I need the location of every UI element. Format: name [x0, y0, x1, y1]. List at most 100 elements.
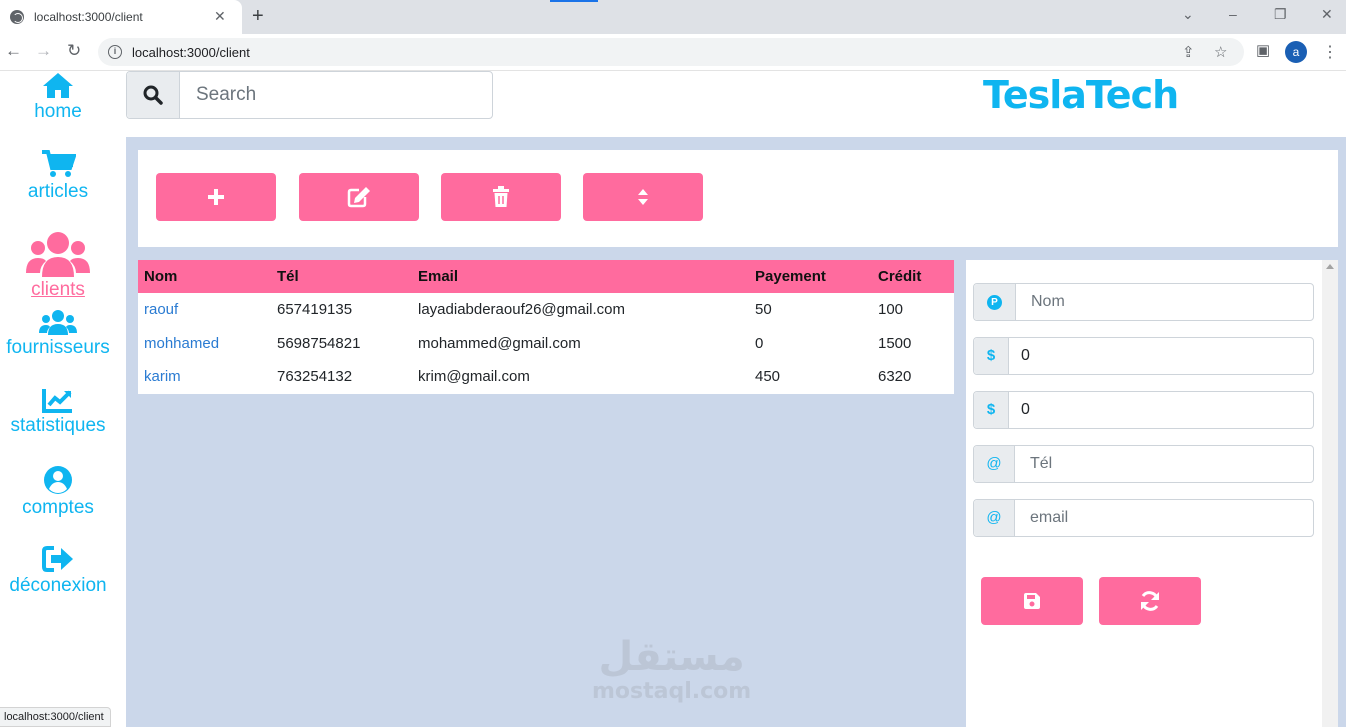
star-icon[interactable]: ☆: [1214, 43, 1227, 61]
tab-search-chevron-icon[interactable]: ⌄: [1182, 6, 1194, 23]
table-header-row: Nom Tél Email Payement Crédit: [138, 260, 954, 293]
restore-button[interactable]: ❐: [1274, 6, 1287, 23]
delete-button[interactable]: [441, 173, 561, 221]
nom-field: P: [973, 283, 1314, 321]
clients-table-container: Nom Tél Email Payement Crédit raouf 6574…: [138, 260, 954, 394]
search-input[interactable]: [181, 72, 492, 118]
search-group: [126, 71, 493, 119]
sign-out-icon: [42, 546, 73, 572]
save-button[interactable]: [981, 577, 1083, 625]
scroll-up-arrow-icon[interactable]: [1326, 264, 1334, 269]
refresh-button[interactable]: [1099, 577, 1201, 625]
payement-field: $: [973, 337, 1314, 375]
minimize-button[interactable]: –: [1229, 6, 1237, 22]
cell-payement: 0: [755, 334, 764, 352]
tel-input[interactable]: [1015, 446, 1313, 482]
reload-icon[interactable]: ↻: [67, 41, 81, 61]
address-bar[interactable]: i localhost:3000/client ⇪ ☆: [98, 38, 1244, 66]
edit-icon: [347, 187, 370, 208]
cell-credit: 6320: [878, 368, 912, 386]
column-header-tel[interactable]: Tél: [271, 260, 412, 293]
credit-field: $: [973, 391, 1314, 429]
more-menu-icon[interactable]: ⋮: [1322, 42, 1338, 62]
browser-tab[interactable]: localhost:3000/client ✕: [0, 0, 242, 34]
main-content: Nom Tél Email Payement Crédit raouf 6574…: [126, 137, 1346, 727]
sidebar-item-clients[interactable]: clients: [0, 231, 116, 301]
cell-payement: 450: [755, 368, 781, 386]
sidebar-item-label: clients: [31, 279, 85, 300]
cell-payement: 50: [755, 301, 772, 319]
user-circle-icon: [44, 466, 72, 494]
column-header-credit[interactable]: Crédit: [872, 260, 954, 293]
sidebar-item-label: home: [34, 101, 82, 122]
column-header-payement[interactable]: Payement: [749, 260, 872, 293]
forward-arrow-icon[interactable]: →: [35, 41, 52, 61]
browser-tab-strip: localhost:3000/client ✕ + ⌄ – ❐ ✕: [0, 0, 1346, 34]
side-panel-icon[interactable]: ▣: [1256, 41, 1270, 59]
tab-close-icon[interactable]: ✕: [214, 8, 226, 25]
cell-nom[interactable]: raouf: [138, 293, 271, 327]
plus-icon: [208, 189, 224, 205]
email-input[interactable]: [1015, 500, 1313, 536]
column-header-nom[interactable]: Nom: [138, 260, 271, 293]
nom-input[interactable]: [1016, 284, 1313, 320]
cell-credit: 100: [878, 301, 904, 319]
back-arrow-icon[interactable]: ←: [5, 41, 22, 61]
edit-button[interactable]: [299, 173, 419, 221]
table-row[interactable]: raouf 657419135 layadiabderaouf26@gmail.…: [138, 293, 954, 327]
cell-nom[interactable]: karim: [138, 360, 271, 394]
cart-icon: [42, 150, 76, 177]
sort-button[interactable]: [583, 173, 703, 221]
save-icon: [1024, 593, 1040, 609]
sort-icon: [638, 189, 648, 205]
sidebar-item-comptes[interactable]: comptes: [0, 465, 116, 519]
cell-tel: 5698754821: [277, 334, 361, 352]
cell-tel: 657419135: [277, 301, 353, 319]
chart-line-icon: [42, 389, 72, 413]
watermark-arabic: مستقل: [598, 634, 745, 680]
clients-table: Nom Tél Email Payement Crédit raouf 6574…: [138, 260, 954, 394]
form-scrollbar[interactable]: [1322, 260, 1338, 727]
sidebar-item-label: articles: [27, 181, 89, 202]
cell-email: mohammed@gmail.com: [418, 334, 581, 352]
table-row[interactable]: karim 763254132 krim@gmail.com 450 6320: [138, 360, 954, 394]
url-text[interactable]: localhost:3000/client: [132, 45, 250, 60]
watermark: مستقل mostaql.com: [592, 635, 751, 705]
new-tab-button[interactable]: +: [252, 5, 264, 28]
sidebar-item-statistiques[interactable]: statistiques: [0, 387, 116, 437]
at-icon: @: [974, 500, 1015, 536]
browser-toolbar: ← → ↻ i localhost:3000/client ⇪ ☆ ▣ a ⋮: [0, 34, 1346, 71]
cell-nom[interactable]: mohhamed: [138, 327, 271, 361]
payement-input[interactable]: [1009, 338, 1313, 374]
window-close-button[interactable]: ✕: [1321, 6, 1333, 23]
info-icon[interactable]: i: [108, 45, 122, 59]
dollar-icon: $: [974, 338, 1009, 374]
sidebar-item-home[interactable]: home: [0, 71, 116, 123]
users-icon: [39, 310, 77, 335]
table-row[interactable]: mohhamed 5698754821 mohammed@gmail.com 0…: [138, 327, 954, 361]
watermark-latin: mostaql.com: [592, 679, 752, 704]
add-button[interactable]: [156, 173, 276, 221]
sidebar-item-label: déconexion: [9, 575, 107, 596]
client-form-panel: P $ $ @ @: [966, 260, 1322, 727]
cell-credit: 1500: [878, 334, 912, 352]
sidebar-item-deconexion[interactable]: déconexion: [0, 545, 116, 597]
cell-email: layadiabderaouf26@gmail.com: [418, 301, 626, 319]
search-button[interactable]: [127, 72, 180, 118]
column-header-email[interactable]: Email: [412, 260, 749, 293]
refresh-icon: [1141, 591, 1159, 611]
tab-accent-line: [550, 0, 598, 2]
credit-input[interactable]: [1009, 392, 1313, 428]
sidebar-item-fournisseurs[interactable]: fournisseurs: [0, 309, 116, 359]
dollar-icon: $: [974, 392, 1009, 428]
sidebar-item-label: comptes: [22, 497, 94, 518]
tel-field: @: [973, 445, 1314, 483]
globe-icon: [10, 10, 24, 24]
search-icon: [143, 85, 163, 105]
profile-avatar[interactable]: a: [1285, 41, 1307, 63]
sidebar-item-articles[interactable]: articles: [0, 149, 116, 203]
share-icon[interactable]: ⇪: [1182, 43, 1195, 61]
action-bar: [138, 150, 1338, 247]
home-icon: [43, 73, 73, 98]
sidebar-item-label: fournisseurs: [6, 337, 110, 358]
